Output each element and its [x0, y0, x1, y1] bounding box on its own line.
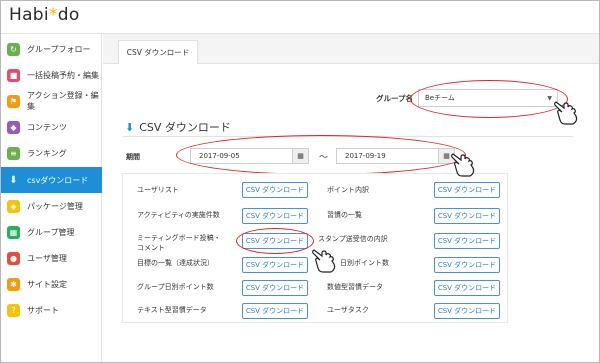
sidebar-item-label: パッケージ管理 — [27, 201, 83, 211]
cube-icon: ◆ — [7, 120, 20, 134]
download-icon: ⬇ — [9, 174, 18, 186]
sidebar-item-label: アクション登録・編集 — [27, 91, 99, 111]
ranking-icon: ≡ — [7, 146, 20, 160]
group-icon: ▦ — [7, 225, 20, 239]
group-select[interactable]: Beチーム ▼ — [418, 89, 558, 107]
sidebar-item-support[interactable]: ? サポート — [1, 297, 102, 323]
period-separator: ～ — [319, 153, 329, 163]
sidebar-item-csv-download[interactable]: ⬇ csvダウンロード — [1, 167, 102, 193]
csv-download-button[interactable]: CSV ダウンロード — [242, 257, 308, 273]
csv-download-button[interactable]: CSV ダウンロード — [434, 280, 500, 296]
logo-star-icon: * — [48, 5, 58, 25]
users-icon: ● — [7, 251, 20, 265]
download-icon: ⬇ — [125, 120, 135, 134]
csv-download-button[interactable]: CSV ダウンロード — [242, 233, 308, 249]
group-name-label: グループ名 — [376, 94, 414, 103]
section-title: ⬇ CSV ダウンロード — [125, 119, 231, 135]
app-logo[interactable]: Habi*do — [9, 5, 80, 25]
group-select-value: Beチーム — [425, 94, 455, 102]
period-label: 期間 — [126, 153, 140, 161]
sidebar-item-label: コンテンツ — [27, 122, 67, 132]
download-item-label: ミーティングボード投稿・コメント — [137, 234, 221, 252]
sidebar-item-package[interactable]: ◈ パッケージ管理 — [1, 193, 102, 219]
help-icon: ? — [7, 303, 20, 317]
download-item-label: 目標の一覧（達成状況） — [137, 259, 214, 267]
start-date-value: 2017-09-05 — [199, 152, 240, 160]
layers-icon: ◈ — [7, 199, 20, 213]
sidebar-item-label: 一括投稿予約・編集 — [27, 70, 99, 80]
csv-download-button[interactable]: CSV ダウンロード — [434, 233, 500, 249]
sidebar-item-ranking[interactable]: ≡ ランキング — [1, 140, 102, 166]
follow-icon: ↻ — [7, 42, 20, 56]
sidebar-item-bulk-post[interactable]: ■ 一括投稿予約・編集 — [1, 62, 102, 88]
download-item-label: ユーザリスト — [137, 186, 179, 194]
end-date-input[interactable]: 2017-09-19 ▦ — [336, 148, 455, 164]
end-date-value: 2017-09-19 — [345, 152, 386, 160]
download-item-label: 数値型習慣データ — [327, 283, 383, 291]
tab-csv-download[interactable]: CSV ダウンロード — [118, 40, 198, 64]
sidebar-item-label: サポート — [27, 305, 59, 315]
csv-download-button[interactable]: CSV ダウンロード — [434, 257, 500, 273]
section-divider — [123, 136, 573, 137]
csv-download-button[interactable]: CSV ダウンロード — [242, 208, 308, 224]
start-date-input[interactable]: 2017-09-05 ▦ — [190, 148, 309, 164]
chevron-down-icon: ▼ — [547, 95, 552, 102]
sidebar-item-label: グループ管理 — [27, 227, 75, 237]
download-item-label: テキスト型習慣データ — [137, 306, 207, 314]
download-item-label: 習慣の一覧 — [327, 211, 362, 219]
sidebar-item-label: サイト設定 — [27, 279, 67, 289]
csv-download-button[interactable]: CSV ダウンロード — [434, 303, 500, 319]
download-item-label: ユーザタスク — [327, 306, 369, 314]
sidebar-item-group-follow[interactable]: ↻ グループフォロー — [1, 36, 102, 62]
sidebar-item-label: グループフォロー — [27, 44, 91, 54]
sidebar-item-label: ユーザ管理 — [27, 253, 67, 263]
sidebar-item-label: csvダウンロード — [27, 175, 89, 185]
download-item-label: ポイント内訳 — [327, 186, 369, 194]
sidebar: ↻ グループフォロー ■ 一括投稿予約・編集 ⚑ アクション登録・編集 ◆ コン… — [1, 34, 102, 362]
csv-download-button[interactable]: CSV ダウンロード — [434, 208, 500, 224]
download-item-label: アクティビティの実施件数 — [137, 211, 220, 219]
sidebar-item-user-admin[interactable]: ● ユーザ管理 — [1, 245, 102, 271]
sidebar-item-group-admin[interactable]: ▦ グループ管理 — [1, 219, 102, 245]
csv-download-button[interactable]: CSV ダウンロード — [242, 303, 308, 319]
download-item-label: 日別ポイント数 — [340, 259, 389, 267]
sidebar-item-site-settings[interactable]: ✱ サイト設定 — [1, 271, 102, 297]
section-title-text: CSV ダウンロード — [139, 121, 231, 134]
flag-icon: ⚑ — [7, 94, 20, 108]
csv-download-button[interactable]: CSV ダウンロード — [242, 182, 308, 198]
sidebar-item-label: ランキング — [27, 148, 67, 158]
top-header: Habi*do — [1, 1, 599, 34]
csv-download-button[interactable]: CSV ダウンロード — [242, 280, 308, 296]
calendar-icon[interactable]: ▦ — [292, 149, 308, 163]
tab-bar: CSV ダウンロード — [103, 34, 599, 64]
csv-download-button[interactable]: CSV ダウンロード — [434, 182, 500, 198]
sidebar-item-contents[interactable]: ◆ コンテンツ — [1, 114, 102, 140]
sidebar-item-action[interactable]: ⚑ アクション登録・編集 — [1, 88, 102, 114]
calendar-icon[interactable]: ▦ — [438, 149, 454, 163]
chat-icon: ■ — [7, 68, 20, 82]
gear-icon: ✱ — [7, 277, 20, 291]
download-item-label: スタンプ送受信の内訳 — [318, 235, 388, 243]
download-item-label: グループ日別ポイント数 — [137, 283, 214, 291]
